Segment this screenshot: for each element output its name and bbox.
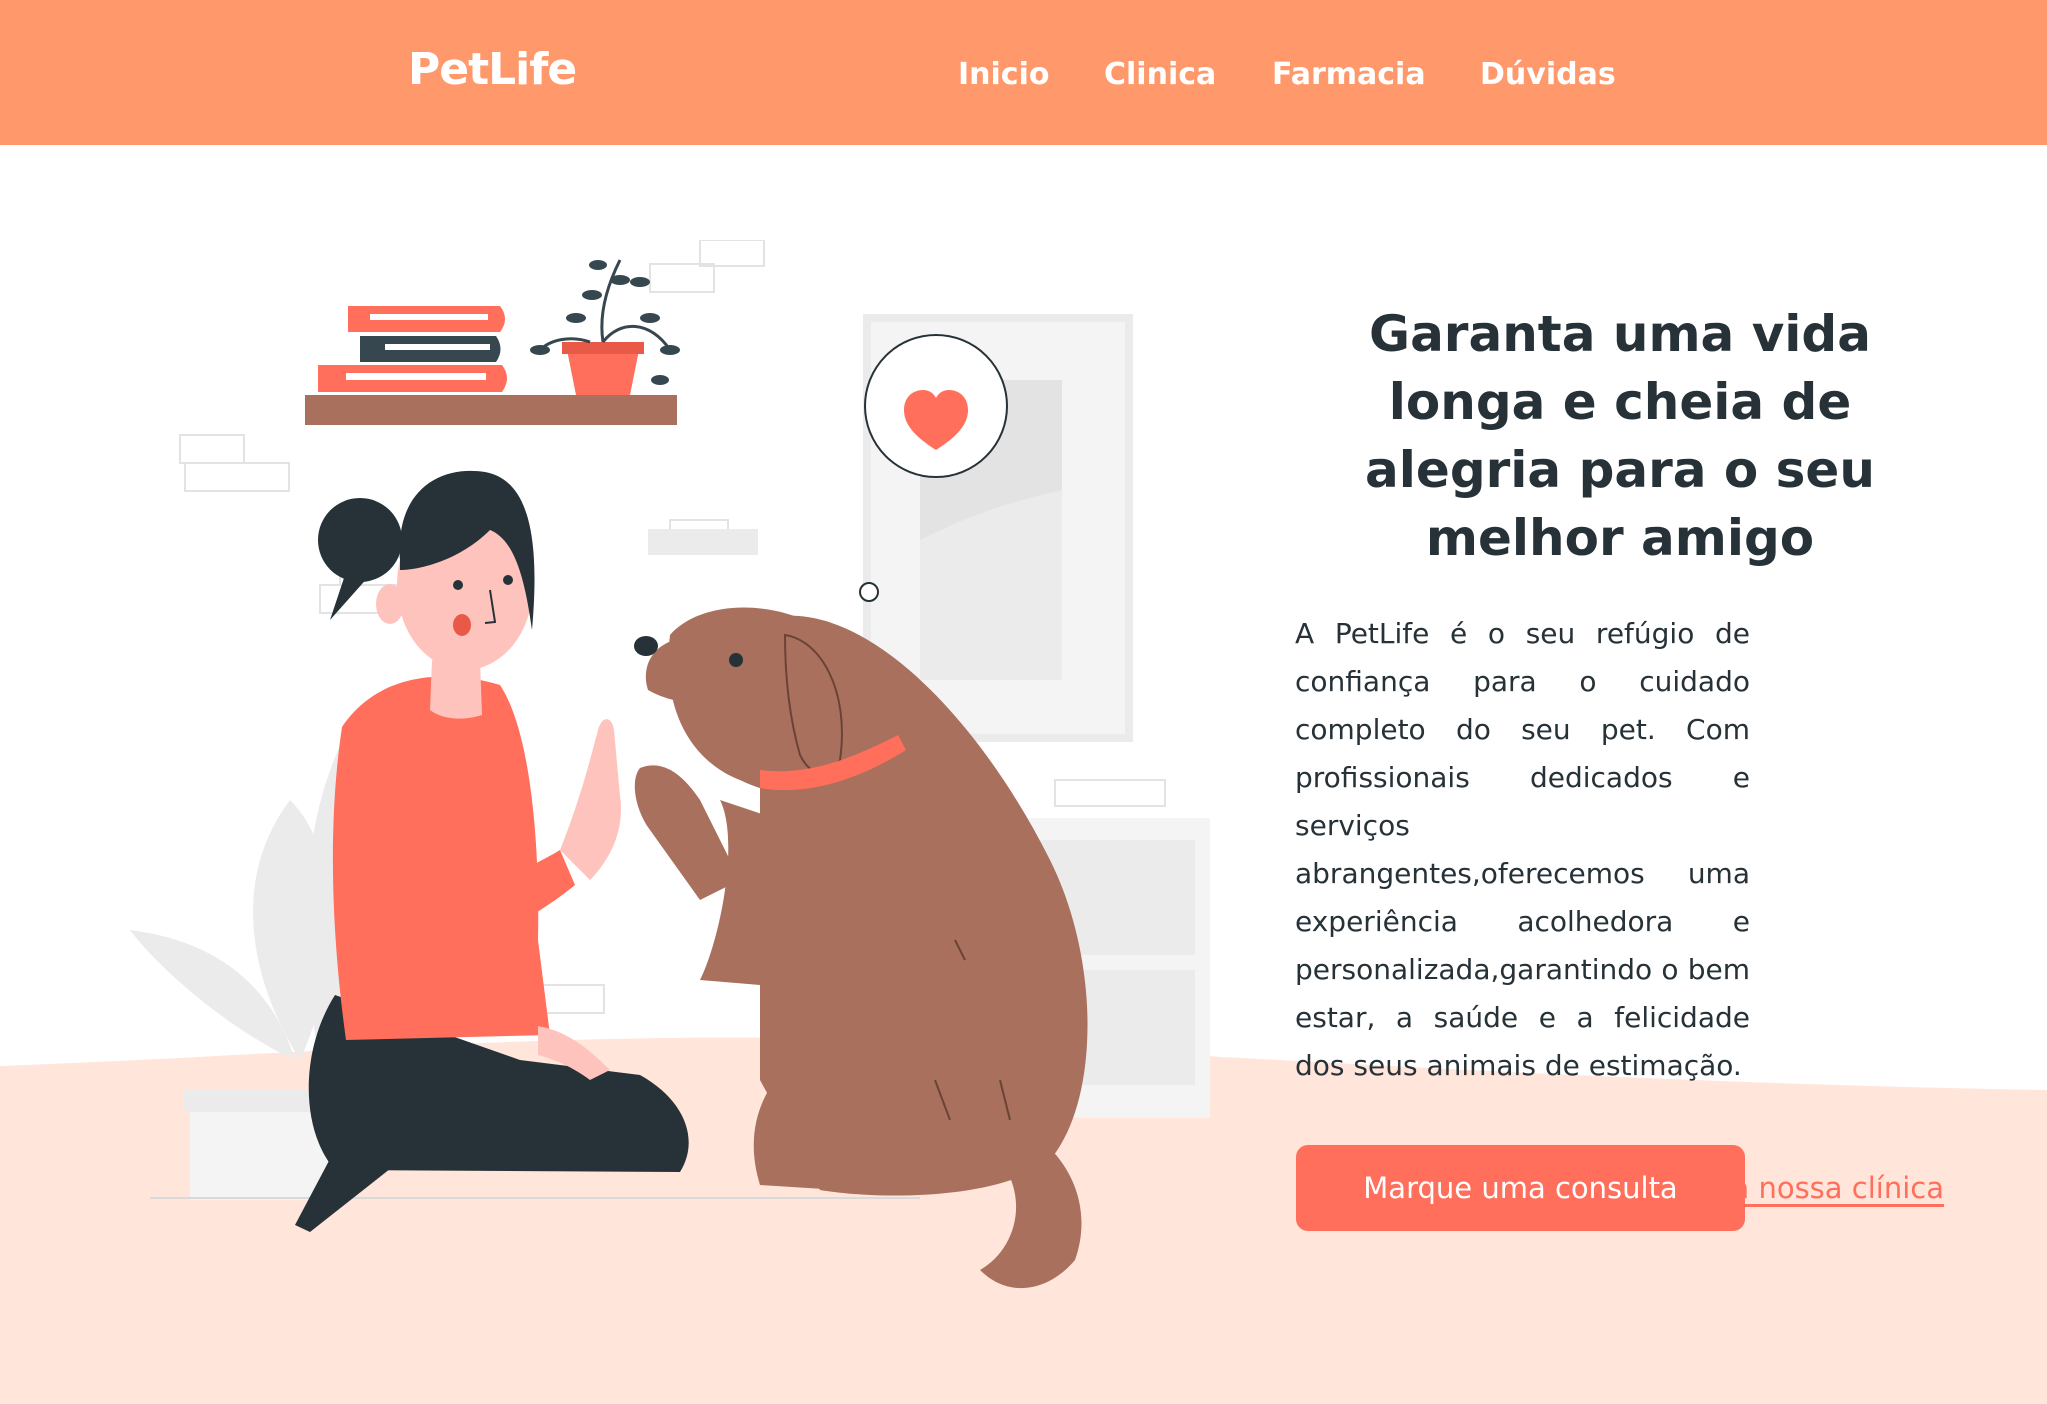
- shelf: [305, 259, 680, 425]
- hero-description: A PetLife é o seu refúgio de confiança p…: [1295, 617, 1750, 1082]
- main-nav: Inicio Clinica Farmacia Dúvidas: [0, 52, 2047, 98]
- schedule-consultation-button[interactable]: Marque uma consulta: [1296, 1145, 1745, 1231]
- nav-link-duvidas[interactable]: Dúvidas: [1480, 52, 1616, 98]
- nav-link-farmacia[interactable]: Farmacia: [1272, 52, 1426, 98]
- wall-brick-gray: [648, 529, 758, 555]
- top-header: PetLife Inicio Clinica Farmacia Dúvidas: [0, 0, 2047, 145]
- hero-illustration: [130, 240, 1210, 1289]
- hero-title: Garanta uma vida longa e cheia de alegri…: [1365, 305, 1875, 567]
- nav-link-clinica[interactable]: Clinica: [1104, 52, 1216, 98]
- nav-link-inicio[interactable]: Inicio: [958, 52, 1049, 98]
- woman-character: [295, 470, 689, 1232]
